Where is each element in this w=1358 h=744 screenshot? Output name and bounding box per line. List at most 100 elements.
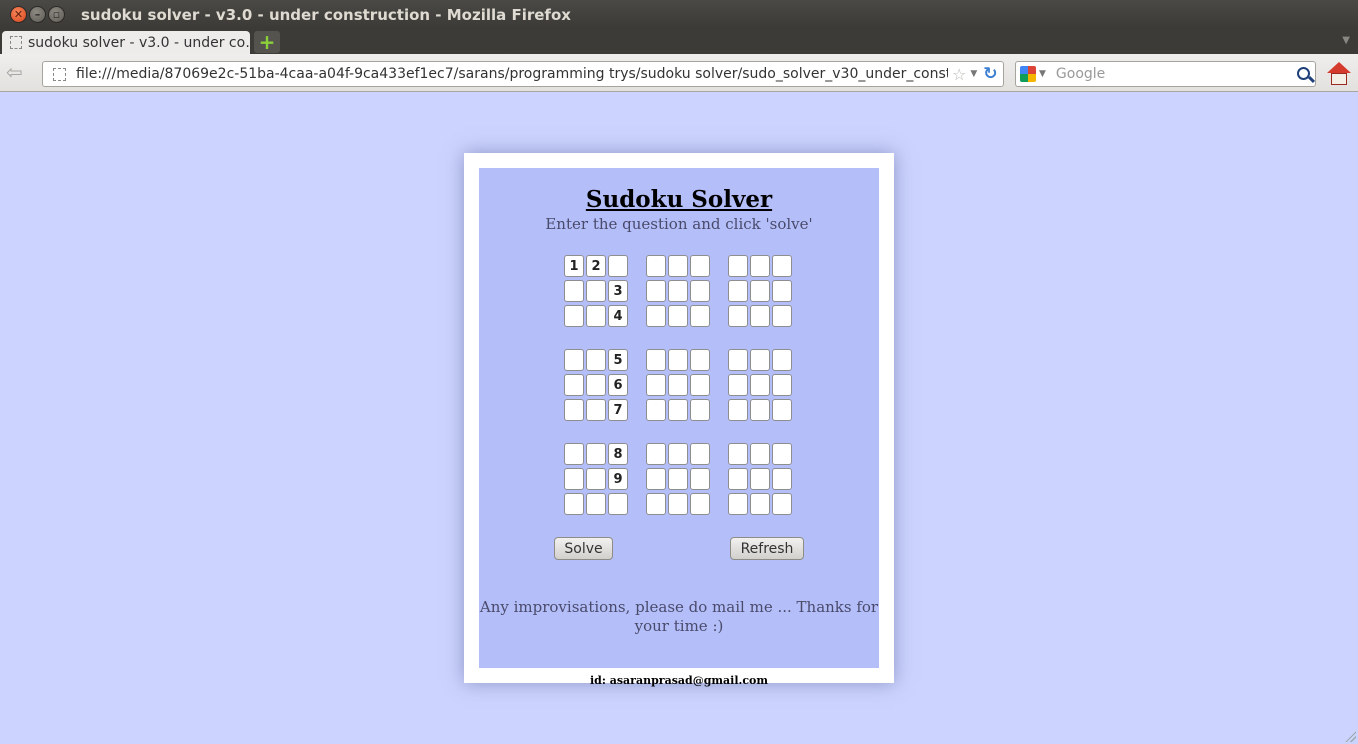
sudoku-cell-r5-c1[interactable] <box>564 374 584 396</box>
sudoku-cell-r8-c1[interactable] <box>564 468 584 490</box>
sudoku-cell-r4-c6[interactable] <box>690 349 710 371</box>
sudoku-cell-r2-c1[interactable] <box>564 280 584 302</box>
sudoku-cell-r5-c7[interactable] <box>728 374 748 396</box>
sudoku-cell-r1-c1[interactable] <box>564 255 584 277</box>
sudoku-cell-r8-c9[interactable] <box>772 468 792 490</box>
sudoku-cell-r9-c6[interactable] <box>690 493 710 515</box>
sudoku-cell-r9-c4[interactable] <box>646 493 666 515</box>
sudoku-cell-r2-c6[interactable] <box>690 280 710 302</box>
sudoku-cell-r6-c7[interactable] <box>728 399 748 421</box>
sudoku-cell-r8-c7[interactable] <box>728 468 748 490</box>
sudoku-cell-r5-c5[interactable] <box>668 374 688 396</box>
sudoku-cell-r8-c5[interactable] <box>668 468 688 490</box>
sudoku-cell-r6-c4[interactable] <box>646 399 666 421</box>
search-input[interactable] <box>1053 65 1294 83</box>
sudoku-cell-r1-c2[interactable] <box>586 255 606 277</box>
sudoku-cell-r6-c1[interactable] <box>564 399 584 421</box>
sudoku-cell-r7-c1[interactable] <box>564 443 584 465</box>
sudoku-cell-r7-c7[interactable] <box>728 443 748 465</box>
sudoku-cell-r2-c5[interactable] <box>668 280 688 302</box>
sudoku-cell-r5-c8[interactable] <box>750 374 770 396</box>
sudoku-cell-r7-c2[interactable] <box>586 443 606 465</box>
sudoku-cell-r8-c4[interactable] <box>646 468 666 490</box>
sudoku-cell-r7-c5[interactable] <box>668 443 688 465</box>
sudoku-cell-r6-c9[interactable] <box>772 399 792 421</box>
sudoku-cell-r1-c4[interactable] <box>646 255 666 277</box>
sudoku-cell-r9-c9[interactable] <box>772 493 792 515</box>
sudoku-cell-r6-c5[interactable] <box>668 399 688 421</box>
sudoku-cell-r4-c5[interactable] <box>668 349 688 371</box>
minimize-icon[interactable]: – <box>29 6 46 23</box>
sudoku-cell-r1-c7[interactable] <box>728 255 748 277</box>
sudoku-cell-r3-c4[interactable] <box>646 305 666 327</box>
sudoku-cell-r3-c9[interactable] <box>772 305 792 327</box>
url-text[interactable]: file:///media/87069e2c-51ba-4caa-a04f-9c… <box>76 66 948 82</box>
sudoku-cell-r4-c7[interactable] <box>728 349 748 371</box>
sudoku-cell-r5-c2[interactable] <box>586 374 606 396</box>
sudoku-cell-r9-c5[interactable] <box>668 493 688 515</box>
home-icon[interactable] <box>1326 62 1352 86</box>
sudoku-cell-r3-c3[interactable] <box>608 305 628 327</box>
sudoku-cell-r4-c3[interactable] <box>608 349 628 371</box>
sudoku-cell-r2-c8[interactable] <box>750 280 770 302</box>
sudoku-cell-r4-c1[interactable] <box>564 349 584 371</box>
resize-grip-icon[interactable] <box>1344 730 1356 742</box>
sudoku-cell-r9-c7[interactable] <box>728 493 748 515</box>
sudoku-cell-r3-c8[interactable] <box>750 305 770 327</box>
sudoku-cell-r5-c4[interactable] <box>646 374 666 396</box>
sudoku-cell-r7-c6[interactable] <box>690 443 710 465</box>
sudoku-cell-r1-c8[interactable] <box>750 255 770 277</box>
sudoku-cell-r4-c4[interactable] <box>646 349 666 371</box>
sudoku-cell-r9-c2[interactable] <box>586 493 606 515</box>
close-icon[interactable]: ✕ <box>10 6 27 23</box>
sudoku-cell-r8-c3[interactable] <box>608 468 628 490</box>
sudoku-cell-r6-c8[interactable] <box>750 399 770 421</box>
sudoku-cell-r6-c2[interactable] <box>586 399 606 421</box>
sudoku-cell-r1-c9[interactable] <box>772 255 792 277</box>
sudoku-cell-r5-c9[interactable] <box>772 374 792 396</box>
sudoku-cell-r1-c3[interactable] <box>608 255 628 277</box>
sudoku-cell-r3-c5[interactable] <box>668 305 688 327</box>
sudoku-cell-r4-c9[interactable] <box>772 349 792 371</box>
sudoku-cell-r7-c4[interactable] <box>646 443 666 465</box>
tab-sudoku-solver[interactable]: sudoku solver - v3.0 - under co… <box>2 31 250 54</box>
sudoku-cell-r2-c3[interactable] <box>608 280 628 302</box>
sudoku-cell-r9-c3[interactable] <box>608 493 628 515</box>
sudoku-cell-r5-c3[interactable] <box>608 374 628 396</box>
sudoku-cell-r2-c2[interactable] <box>586 280 606 302</box>
sudoku-cell-r4-c8[interactable] <box>750 349 770 371</box>
sudoku-cell-r1-c5[interactable] <box>668 255 688 277</box>
sudoku-cell-r8-c6[interactable] <box>690 468 710 490</box>
maximize-icon[interactable]: ▫ <box>48 6 65 23</box>
sudoku-cell-r9-c8[interactable] <box>750 493 770 515</box>
sudoku-cell-r7-c9[interactable] <box>772 443 792 465</box>
sudoku-cell-r3-c6[interactable] <box>690 305 710 327</box>
sudoku-cell-r2-c9[interactable] <box>772 280 792 302</box>
url-bar[interactable]: file:///media/87069e2c-51ba-4caa-a04f-9c… <box>42 61 1004 87</box>
refresh-button[interactable]: Refresh <box>730 537 804 560</box>
chevron-down-icon[interactable]: ▼ <box>1342 35 1350 46</box>
sudoku-cell-r3-c1[interactable] <box>564 305 584 327</box>
sudoku-cell-r8-c2[interactable] <box>586 468 606 490</box>
plus-icon[interactable]: + <box>254 31 280 53</box>
sudoku-cell-r6-c3[interactable] <box>608 399 628 421</box>
solve-button[interactable]: Solve <box>554 537 613 560</box>
magnifier-icon[interactable] <box>1297 67 1310 80</box>
sudoku-cell-r3-c2[interactable] <box>586 305 606 327</box>
chevron-down-icon[interactable]: ▼ <box>970 69 977 79</box>
google-engine-icon[interactable] <box>1020 66 1036 82</box>
sudoku-cell-r7-c8[interactable] <box>750 443 770 465</box>
sudoku-cell-r4-c2[interactable] <box>586 349 606 371</box>
chevron-down-icon[interactable]: ▼ <box>1039 69 1046 79</box>
sudoku-cell-r5-c6[interactable] <box>690 374 710 396</box>
sudoku-cell-r2-c4[interactable] <box>646 280 666 302</box>
star-icon[interactable]: ☆ <box>952 65 966 84</box>
sudoku-cell-r3-c7[interactable] <box>728 305 748 327</box>
back-arrow-icon[interactable]: ⇦ <box>6 62 23 82</box>
reload-icon[interactable]: ↻ <box>983 64 997 84</box>
sudoku-cell-r1-c6[interactable] <box>690 255 710 277</box>
sudoku-cell-r6-c6[interactable] <box>690 399 710 421</box>
sudoku-cell-r7-c3[interactable] <box>608 443 628 465</box>
sudoku-cell-r8-c8[interactable] <box>750 468 770 490</box>
sudoku-cell-r2-c7[interactable] <box>728 280 748 302</box>
